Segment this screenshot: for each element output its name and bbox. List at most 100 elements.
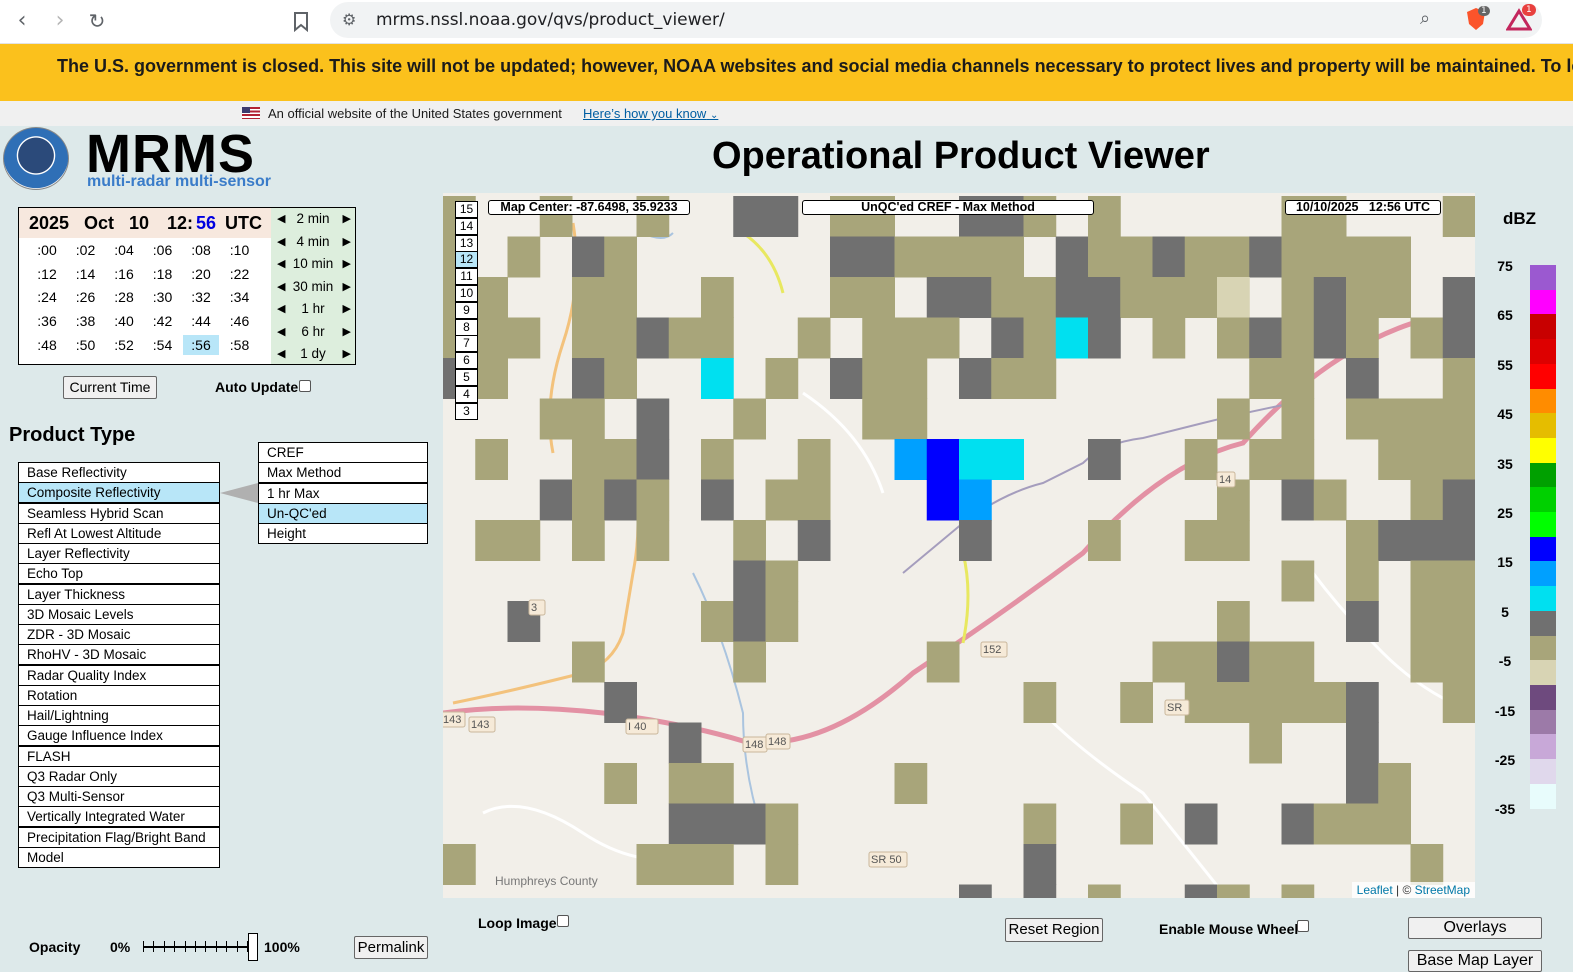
step-forward-icon[interactable]: ▶ bbox=[343, 343, 351, 365]
minute-option[interactable]: :06 bbox=[145, 240, 181, 260]
minute-option[interactable]: :26 bbox=[68, 287, 104, 307]
product-type-item[interactable]: Rotation bbox=[18, 684, 220, 706]
step-back-icon[interactable]: ◀ bbox=[277, 298, 285, 320]
product-type-item[interactable]: Radar Quality Index bbox=[18, 664, 220, 686]
step-back-icon[interactable]: ◀ bbox=[277, 208, 285, 230]
product-type-item[interactable]: Vertically Integrated Water bbox=[18, 806, 220, 828]
current-time-button[interactable]: Current Time bbox=[63, 376, 157, 399]
step-forward-icon[interactable]: ▶ bbox=[343, 298, 351, 320]
product-subtype-item[interactable]: Un-QC'ed bbox=[258, 502, 428, 524]
minute-option[interactable]: :30 bbox=[145, 287, 181, 307]
zoom-level-7[interactable]: 7 bbox=[455, 335, 478, 353]
zoom-level-3[interactable]: 3 bbox=[455, 402, 478, 420]
product-type-item[interactable]: Composite Reflectivity bbox=[18, 482, 220, 504]
zoom-level-12[interactable]: 12 bbox=[455, 251, 478, 269]
minute-option[interactable]: :28 bbox=[106, 287, 142, 307]
product-subtype-item[interactable]: 1 hr Max bbox=[258, 482, 428, 504]
permalink-button[interactable]: Permalink bbox=[354, 936, 428, 959]
minute-option[interactable]: :10 bbox=[222, 240, 258, 260]
minute-option[interactable]: :54 bbox=[145, 335, 181, 355]
minute-option[interactable]: :18 bbox=[145, 264, 181, 284]
product-subtype-item[interactable]: CREF bbox=[258, 442, 428, 463]
zoom-level-13[interactable]: 13 bbox=[455, 234, 478, 252]
radar-map[interactable]: I 40 SR 50 SR 152 143 143 148 148 14 3 Humphreys C… bbox=[443, 193, 1475, 898]
address-bar[interactable]: ⚙ mrms.nssl.noaa.gov/qvs/product_viewer/… bbox=[330, 2, 1542, 38]
reset-region-button[interactable]: Reset Region bbox=[1005, 918, 1103, 942]
reload-icon[interactable]: ↻ bbox=[83, 8, 111, 36]
product-type-item[interactable]: ZDR - 3D Mosaic bbox=[18, 624, 220, 645]
loop-image-checkbox[interactable] bbox=[557, 915, 569, 927]
minute-option[interactable]: :44 bbox=[183, 311, 219, 331]
minute-option[interactable]: :14 bbox=[68, 264, 104, 284]
step-back-icon[interactable]: ◀ bbox=[277, 231, 285, 253]
minute-option[interactable]: :38 bbox=[68, 311, 104, 331]
minute-option[interactable]: :58 bbox=[222, 335, 258, 355]
product-type-item[interactable]: Gauge Influence Index bbox=[18, 725, 220, 747]
site-settings-icon[interactable]: ⚙ bbox=[342, 10, 356, 29]
step-back-icon[interactable]: ◀ bbox=[277, 343, 285, 365]
product-type-item[interactable]: Model bbox=[18, 846, 220, 868]
minute-option[interactable]: :40 bbox=[106, 311, 142, 331]
product-type-item[interactable]: Hail/Lightning bbox=[18, 705, 220, 726]
zoom-level-15[interactable]: 15 bbox=[455, 201, 478, 218]
minute-option[interactable]: :52 bbox=[106, 335, 142, 355]
minute-option[interactable]: :50 bbox=[68, 335, 104, 355]
url-text[interactable]: mrms.nssl.noaa.gov/qvs/product_viewer/ bbox=[376, 10, 725, 30]
step-back-icon[interactable]: ◀ bbox=[277, 321, 285, 343]
day-label[interactable]: 10 bbox=[129, 213, 149, 234]
product-subtype-item[interactable]: Height bbox=[258, 523, 428, 544]
minute-option[interactable]: :20 bbox=[183, 264, 219, 284]
step-forward-icon[interactable]: ▶ bbox=[343, 208, 351, 230]
forward-icon[interactable]: › bbox=[46, 8, 74, 36]
product-type-item[interactable]: Q3 Multi-Sensor bbox=[18, 786, 220, 807]
product-type-item[interactable]: Layer Thickness bbox=[18, 583, 220, 605]
overlays-button[interactable]: Overlays bbox=[1408, 917, 1542, 939]
minute-option[interactable]: :34 bbox=[222, 287, 258, 307]
brave-shield-icon[interactable]: 1 bbox=[1464, 6, 1490, 36]
year-label[interactable]: 2025 bbox=[29, 213, 69, 234]
leaflet-link[interactable]: Leaflet bbox=[1357, 883, 1393, 897]
minute-option[interactable]: :22 bbox=[222, 264, 258, 284]
base-map-layer-button[interactable]: Base Map Layer bbox=[1408, 950, 1542, 972]
rewards-icon[interactable]: 1 bbox=[1505, 4, 1536, 36]
minute-option[interactable]: :48 bbox=[29, 335, 65, 355]
product-type-item[interactable]: Echo Top bbox=[18, 563, 220, 585]
step-forward-icon[interactable]: ▶ bbox=[343, 276, 351, 298]
product-type-item[interactable]: FLASH bbox=[18, 745, 220, 767]
zoom-level-4[interactable]: 4 bbox=[455, 385, 478, 403]
map-canvas[interactable]: I 40SR 50SR152143 143148 148143Humphreys C… bbox=[443, 193, 1475, 898]
zoom-level-6[interactable]: 6 bbox=[455, 352, 478, 370]
minute-option[interactable]: :42 bbox=[145, 311, 181, 331]
zoom-level-11[interactable]: 11 bbox=[455, 268, 478, 286]
step-back-icon[interactable]: ◀ bbox=[277, 253, 285, 275]
minute-option[interactable]: :02 bbox=[68, 240, 104, 260]
minute-option[interactable]: :08 bbox=[183, 240, 219, 260]
minute-option[interactable]: :46 bbox=[222, 311, 258, 331]
zoom-level-5[interactable]: 5 bbox=[455, 369, 478, 386]
product-type-item[interactable]: Base Reflectivity bbox=[18, 462, 220, 483]
minute-label[interactable]: 56 bbox=[196, 213, 216, 234]
zoom-level-10[interactable]: 10 bbox=[455, 285, 478, 302]
zoom-icon[interactable]: ⌕ bbox=[1420, 8, 1430, 29]
minute-option[interactable]: :24 bbox=[29, 287, 65, 307]
product-type-item[interactable]: Precipitation Flag/Bright Band bbox=[18, 826, 220, 848]
how-you-know-link[interactable]: Here’s how you know ⌄ bbox=[583, 106, 718, 121]
step-forward-icon[interactable]: ▶ bbox=[343, 321, 351, 343]
product-type-item[interactable]: Layer Reflectivity bbox=[18, 543, 220, 564]
opacity-slider-thumb[interactable] bbox=[248, 933, 258, 961]
osm-link[interactable]: StreetMap bbox=[1415, 883, 1470, 897]
product-type-item[interactable]: Q3 Radar Only bbox=[18, 765, 220, 787]
bookmark-icon[interactable] bbox=[287, 8, 315, 36]
auto-update-checkbox[interactable] bbox=[299, 380, 311, 392]
step-back-icon[interactable]: ◀ bbox=[277, 276, 285, 298]
mouse-wheel-checkbox[interactable] bbox=[1297, 920, 1309, 932]
minute-option[interactable]: :36 bbox=[29, 311, 65, 331]
back-icon[interactable]: ‹ bbox=[8, 8, 36, 36]
month-label[interactable]: Oct bbox=[84, 213, 114, 234]
minute-option[interactable]: :04 bbox=[106, 240, 142, 260]
step-forward-icon[interactable]: ▶ bbox=[343, 231, 351, 253]
minute-option[interactable]: :16 bbox=[106, 264, 142, 284]
product-type-item[interactable]: Seamless Hybrid Scan bbox=[18, 502, 220, 524]
step-forward-icon[interactable]: ▶ bbox=[343, 253, 351, 275]
zoom-level-8[interactable]: 8 bbox=[455, 318, 478, 336]
